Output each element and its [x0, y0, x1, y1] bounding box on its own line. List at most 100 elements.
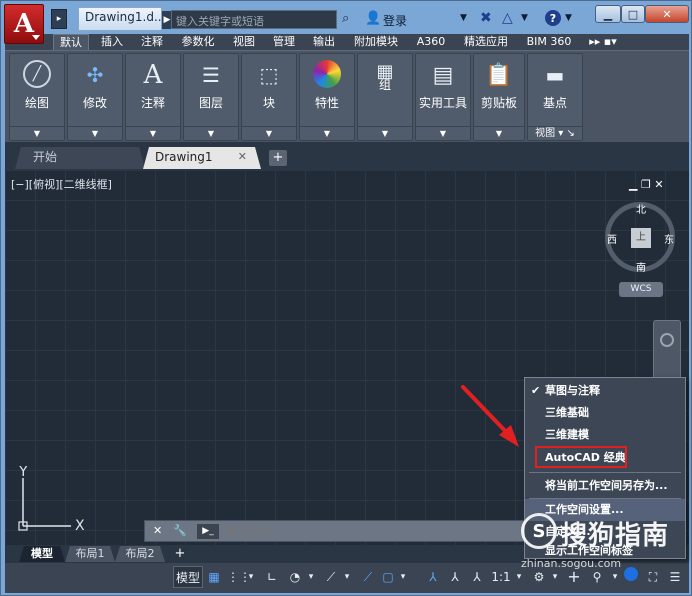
- layers-icon: ☰: [202, 63, 220, 87]
- login-button[interactable]: 登录: [383, 12, 407, 29]
- a360-icon[interactable]: △: [502, 10, 513, 26]
- add-layout-icon[interactable]: +: [171, 546, 189, 562]
- tab-annotate[interactable]: 注释: [135, 34, 169, 50]
- osnap-dropdown-icon[interactable]: ▾: [341, 566, 353, 588]
- watermark-url: zhinan.sogou.com: [521, 557, 622, 570]
- tab-a360[interactable]: A360: [411, 34, 451, 50]
- quick-access-arrow-icon[interactable]: ▸: [51, 9, 67, 29]
- viewport-window-controls[interactable]: ▁ ❐ ✕: [629, 178, 664, 191]
- lineweight-icon[interactable]: ⟋: [359, 566, 377, 588]
- properties-expand-icon[interactable]: ▼: [300, 126, 354, 140]
- close-command-icon[interactable]: ✕: [153, 524, 162, 537]
- polar-icon[interactable]: ◔: [285, 566, 305, 588]
- clipboard-expand-icon[interactable]: ▼: [474, 126, 524, 140]
- annotation-scale-icon[interactable]: ⅄: [467, 566, 487, 588]
- close-window-button[interactable]: ✕: [645, 5, 689, 23]
- group-expand-icon[interactable]: ▼: [358, 126, 412, 140]
- viewport-controls-label[interactable]: [−][俯视][二维线框]: [11, 176, 112, 192]
- group-group[interactable]: ▦ 组 ▼: [357, 53, 413, 141]
- help-dropdown-icon[interactable]: ▼: [565, 13, 572, 23]
- group-annotation[interactable]: A 注释 ▼: [125, 53, 181, 141]
- application-menu-button[interactable]: A: [4, 4, 44, 44]
- tab-layout2[interactable]: 布局2: [115, 546, 165, 562]
- steering-wheel-icon[interactable]: [660, 333, 674, 347]
- tab-drawing1-label: Drawing1: [155, 150, 213, 164]
- a360-dropdown-icon[interactable]: ▼: [521, 13, 528, 23]
- help-icon[interactable]: ?: [545, 10, 561, 26]
- user-icon[interactable]: 👤: [365, 11, 381, 27]
- binoculars-icon[interactable]: ⌕: [342, 11, 360, 29]
- tab-view[interactable]: 视图: [227, 34, 261, 50]
- scale-value[interactable]: 1:1: [489, 566, 513, 588]
- ortho-icon[interactable]: ∟: [263, 566, 281, 588]
- osnap2-dropdown-icon[interactable]: ▾: [397, 566, 409, 588]
- viewcube-north[interactable]: 北: [636, 201, 646, 216]
- tab-manage[interactable]: 管理: [267, 34, 301, 50]
- utilities-expand-icon[interactable]: ▼: [416, 126, 470, 140]
- group-utilities[interactable]: ▤ 实用工具 ▼: [415, 53, 471, 141]
- viewcube-west[interactable]: 西: [607, 231, 617, 246]
- view-panel-footer[interactable]: 视图 ▾ ↘: [528, 126, 582, 140]
- viewcube-east[interactable]: 东: [664, 231, 674, 246]
- annotation-expand-icon[interactable]: ▼: [126, 126, 180, 140]
- keyword-search-input[interactable]: 键入关键字或短语: [171, 10, 337, 29]
- layers-expand-icon[interactable]: ▼: [184, 126, 238, 140]
- minimize-button[interactable]: ▁: [595, 5, 621, 23]
- block-expand-icon[interactable]: ▼: [242, 126, 296, 140]
- tab-addins[interactable]: 附加模块: [347, 34, 405, 50]
- tab-drawing1[interactable]: Drawing1 ✕: [143, 147, 261, 169]
- group-clipboard[interactable]: 📋 剪贴板 ▼: [473, 53, 525, 141]
- tab-insert[interactable]: 插入: [95, 34, 129, 50]
- watermark-name: 搜狗指南: [561, 521, 670, 551]
- basepoint-icon: ▬: [545, 63, 565, 87]
- wcs-menu-button[interactable]: WCS: [619, 282, 663, 297]
- tab-model[interactable]: 模型: [19, 546, 65, 562]
- tab-output[interactable]: 输出: [307, 34, 341, 50]
- grid-icon[interactable]: ▦: [205, 566, 223, 588]
- menu-item-3d-basics[interactable]: 三维基础: [525, 402, 685, 424]
- draw-icon: ╱: [23, 60, 51, 88]
- command-input[interactable]: [225, 522, 541, 540]
- model-space-button[interactable]: 模型: [173, 566, 203, 588]
- group-block[interactable]: ⬚ 块 ▼: [241, 53, 297, 141]
- tab-featured-apps[interactable]: 精选应用: [457, 34, 515, 50]
- login-dropdown-icon[interactable]: ▼: [460, 13, 467, 23]
- tab-bim360[interactable]: BIM 360: [521, 34, 577, 50]
- new-tab-button[interactable]: +: [269, 150, 287, 166]
- snap-icon[interactable]: ⋮⋮: [227, 566, 251, 588]
- group-draw[interactable]: ╱ 绘图 ▼: [9, 53, 65, 141]
- tab-start[interactable]: 开始: [15, 147, 145, 169]
- osnap-icon[interactable]: ▢: [379, 566, 397, 588]
- tab-layout1[interactable]: 布局1: [65, 546, 115, 562]
- document-tab-bar: 开始 Drawing1 ✕ +: [5, 142, 689, 170]
- properties-icon: [313, 60, 341, 88]
- annotation-visibility-icon[interactable]: ⅄: [423, 566, 443, 588]
- group-properties[interactable]: 特性 ▼: [299, 53, 355, 141]
- tab-parametric[interactable]: 参数化: [175, 34, 221, 50]
- viewcube-top-face[interactable]: 上: [631, 228, 651, 248]
- group-modify[interactable]: ✣ 修改 ▼: [67, 53, 123, 141]
- viewcube-south[interactable]: 南: [636, 259, 646, 274]
- close-tab-icon[interactable]: ✕: [238, 147, 247, 167]
- command-history-icon[interactable]: ▶_: [197, 524, 219, 539]
- more-tabs-icon[interactable]: ▸▸ ▪▾: [583, 34, 623, 50]
- ribbon-tab-bar: 默认 插入 注释 参数化 视图 管理 输出 附加模块 A360 精选应用 BIM…: [5, 34, 689, 50]
- menu-item-save-workspace-as[interactable]: 将当前工作空间另存为...: [525, 475, 685, 497]
- group-layers[interactable]: ☰ 图层 ▼: [183, 53, 239, 141]
- wrench-icon[interactable]: 🔧: [173, 524, 187, 537]
- snap-dropdown-icon[interactable]: ▾: [245, 566, 257, 588]
- modify-icon: ✣: [86, 63, 104, 87]
- maximize-button[interactable]: □: [621, 5, 645, 23]
- viewcube[interactable]: 上 北 南 东 西: [605, 201, 675, 274]
- exchange-icon[interactable]: ✖: [480, 10, 492, 26]
- navigation-bar[interactable]: [653, 320, 681, 384]
- osnap-tracking-icon[interactable]: ⟋: [321, 566, 341, 588]
- menu-item-3d-modeling[interactable]: 三维建模: [525, 424, 685, 446]
- polar-dropdown-icon[interactable]: ▾: [305, 566, 317, 588]
- menu-item-drafting-annotation[interactable]: ✔ 草图与注释: [525, 380, 685, 402]
- tab-default[interactable]: 默认: [53, 34, 89, 50]
- group-basepoint[interactable]: ▬ 基点 视图 ▾ ↘: [527, 53, 583, 141]
- draw-expand-icon[interactable]: ▼: [10, 126, 64, 140]
- modify-expand-icon[interactable]: ▼: [68, 126, 122, 140]
- auto-scale-icon[interactable]: ⅄: [445, 566, 465, 588]
